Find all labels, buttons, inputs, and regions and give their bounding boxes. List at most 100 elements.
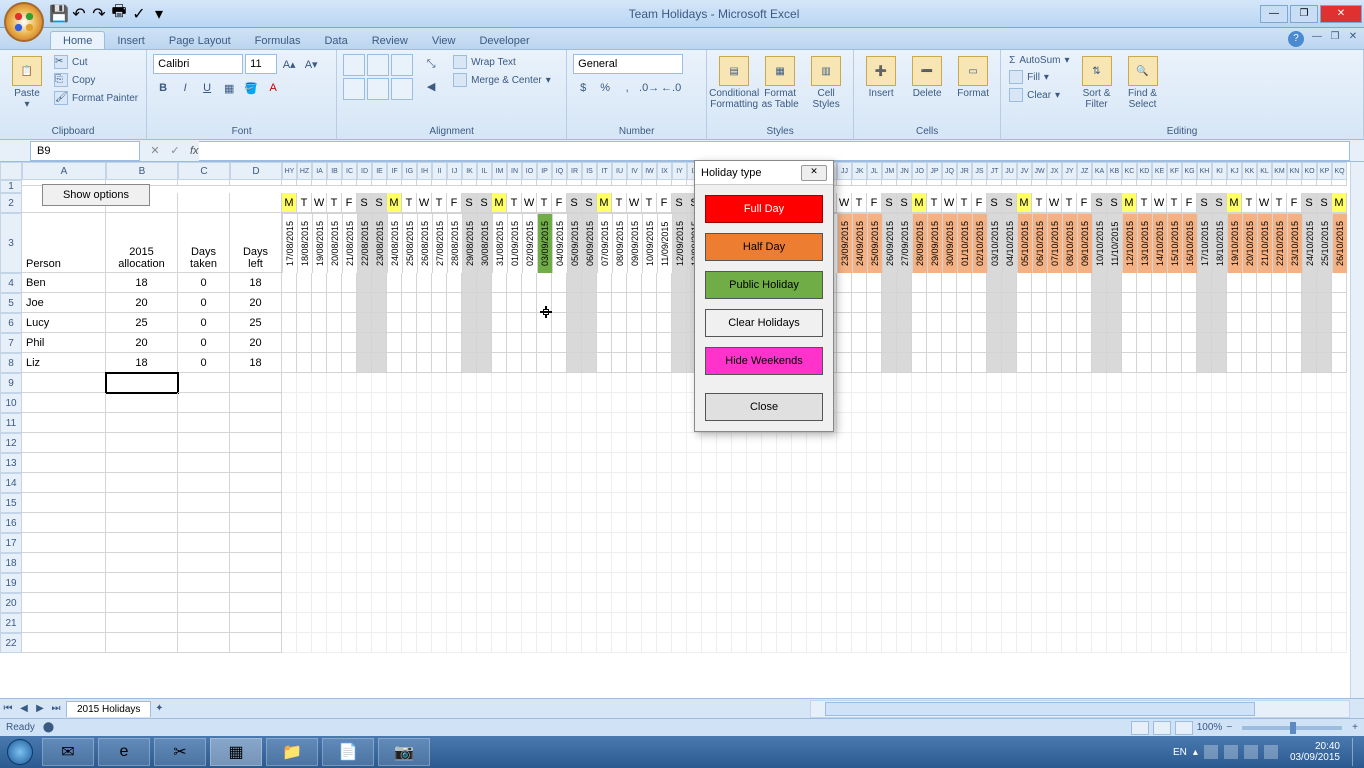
col-header[interactable]: IJ	[447, 162, 462, 180]
data-cell[interactable]: 25	[230, 313, 282, 333]
calendar-cell[interactable]	[1302, 273, 1317, 293]
delete-cells-button[interactable]: ➖Delete	[906, 54, 948, 101]
calendar-cell[interactable]	[1257, 313, 1272, 333]
align-bottom-left[interactable]	[343, 78, 365, 100]
calendar-cell[interactable]	[627, 273, 642, 293]
data-cell[interactable]: 18	[106, 273, 178, 293]
dialog-close-action-button[interactable]: Close	[705, 393, 823, 421]
calendar-cell[interactable]	[297, 333, 312, 353]
accounting-button[interactable]: $	[573, 78, 593, 98]
col-header[interactable]: JS	[972, 162, 987, 180]
calendar-cell[interactable]	[1062, 333, 1077, 353]
calendar-cell[interactable]	[1077, 293, 1092, 313]
calendar-cell[interactable]	[597, 273, 612, 293]
calendar-cell[interactable]	[327, 293, 342, 313]
calendar-cell[interactable]	[1122, 293, 1137, 313]
calendar-cell[interactable]	[477, 273, 492, 293]
copy-button[interactable]: ⎘Copy	[52, 72, 140, 88]
calendar-cell[interactable]	[1182, 293, 1197, 313]
show-options-button[interactable]: Show options	[42, 184, 150, 206]
tray-expand-icon[interactable]: ▴	[1193, 747, 1198, 758]
calendar-cell[interactable]	[567, 293, 582, 313]
calendar-cell[interactable]	[372, 353, 387, 373]
col-header[interactable]: II	[432, 162, 447, 180]
row-header[interactable]: 21	[0, 613, 22, 633]
calendar-cell[interactable]	[522, 313, 537, 333]
calendar-cell[interactable]	[582, 313, 597, 333]
calendar-cell[interactable]	[1032, 273, 1047, 293]
calendar-cell[interactable]	[372, 313, 387, 333]
tray-network-icon[interactable]	[1244, 745, 1258, 759]
new-sheet-icon[interactable]: ✦	[151, 701, 167, 717]
calendar-cell[interactable]	[642, 333, 657, 353]
calendar-cell[interactable]	[942, 273, 957, 293]
calendar-cell[interactable]	[1272, 353, 1287, 373]
hide-weekends-button[interactable]: Hide Weekends	[705, 347, 823, 375]
calendar-cell[interactable]	[627, 333, 642, 353]
calendar-cell[interactable]	[1122, 273, 1137, 293]
calendar-cell[interactable]	[1137, 353, 1152, 373]
increase-decimal-button[interactable]: .0→	[639, 78, 659, 98]
col-header[interactable]: KH	[1197, 162, 1212, 180]
row-header[interactable]: 6	[0, 313, 22, 333]
row-header[interactable]: 5	[0, 293, 22, 313]
calendar-cell[interactable]	[1137, 273, 1152, 293]
calendar-cell[interactable]	[972, 313, 987, 333]
page-layout-view-button[interactable]	[1153, 721, 1171, 735]
tray-icon-2[interactable]	[1224, 745, 1238, 759]
col-header[interactable]: D	[230, 162, 282, 180]
col-header[interactable]: IH	[417, 162, 432, 180]
calendar-cell[interactable]	[927, 273, 942, 293]
calendar-cell[interactable]	[1317, 293, 1332, 313]
calendar-cell[interactable]	[1317, 333, 1332, 353]
calendar-cell[interactable]	[492, 273, 507, 293]
calendar-cell[interactable]	[1032, 353, 1047, 373]
taskbar-outlook[interactable]: ✉	[42, 738, 94, 766]
calendar-cell[interactable]	[1242, 293, 1257, 313]
col-header[interactable]: JR	[957, 162, 972, 180]
col-header[interactable]: IY	[672, 162, 687, 180]
calendar-cell[interactable]	[462, 313, 477, 333]
calendar-cell[interactable]	[477, 313, 492, 333]
macro-record-icon[interactable]: ⬤	[43, 722, 54, 733]
calendar-cell[interactable]	[1062, 293, 1077, 313]
data-cell[interactable]: Phil	[22, 333, 106, 353]
col-header[interactable]: JW	[1032, 162, 1047, 180]
calendar-cell[interactable]	[1137, 313, 1152, 333]
calendar-cell[interactable]	[1302, 293, 1317, 313]
calendar-cell[interactable]	[1077, 353, 1092, 373]
calendar-cell[interactable]	[417, 333, 432, 353]
row-header[interactable]: 16	[0, 513, 22, 533]
calendar-cell[interactable]	[957, 293, 972, 313]
col-header[interactable]: IO	[522, 162, 537, 180]
col-header[interactable]: JX	[1047, 162, 1062, 180]
tray-clock[interactable]: 20:40 03/09/2015	[1284, 741, 1346, 763]
calendar-cell[interactable]	[567, 313, 582, 333]
calendar-cell[interactable]	[612, 333, 627, 353]
col-header[interactable]: C	[178, 162, 230, 180]
calendar-cell[interactable]	[507, 293, 522, 313]
col-header[interactable]: IC	[342, 162, 357, 180]
calendar-cell[interactable]	[672, 333, 687, 353]
calendar-cell[interactable]	[1152, 293, 1167, 313]
horizontal-scrollbar[interactable]	[810, 700, 1350, 718]
calendar-cell[interactable]	[1242, 313, 1257, 333]
calendar-cell[interactable]	[1242, 273, 1257, 293]
col-header[interactable]: IK	[462, 162, 477, 180]
calendar-cell[interactable]	[1062, 273, 1077, 293]
col-header[interactable]: IS	[582, 162, 597, 180]
calendar-cell[interactable]	[1137, 333, 1152, 353]
sheet-nav-next[interactable]: ▶	[32, 701, 48, 717]
calendar-cell[interactable]	[1047, 333, 1062, 353]
calendar-cell[interactable]	[1152, 273, 1167, 293]
calendar-cell[interactable]	[987, 293, 1002, 313]
calendar-cell[interactable]	[882, 313, 897, 333]
calendar-cell[interactable]	[1227, 353, 1242, 373]
comma-button[interactable]: ,	[617, 78, 637, 98]
calendar-cell[interactable]	[507, 333, 522, 353]
calendar-cell[interactable]	[282, 273, 297, 293]
calendar-cell[interactable]	[1272, 333, 1287, 353]
row-header[interactable]: 4	[0, 273, 22, 293]
col-header[interactable]: JV	[1017, 162, 1032, 180]
calendar-cell[interactable]	[612, 313, 627, 333]
